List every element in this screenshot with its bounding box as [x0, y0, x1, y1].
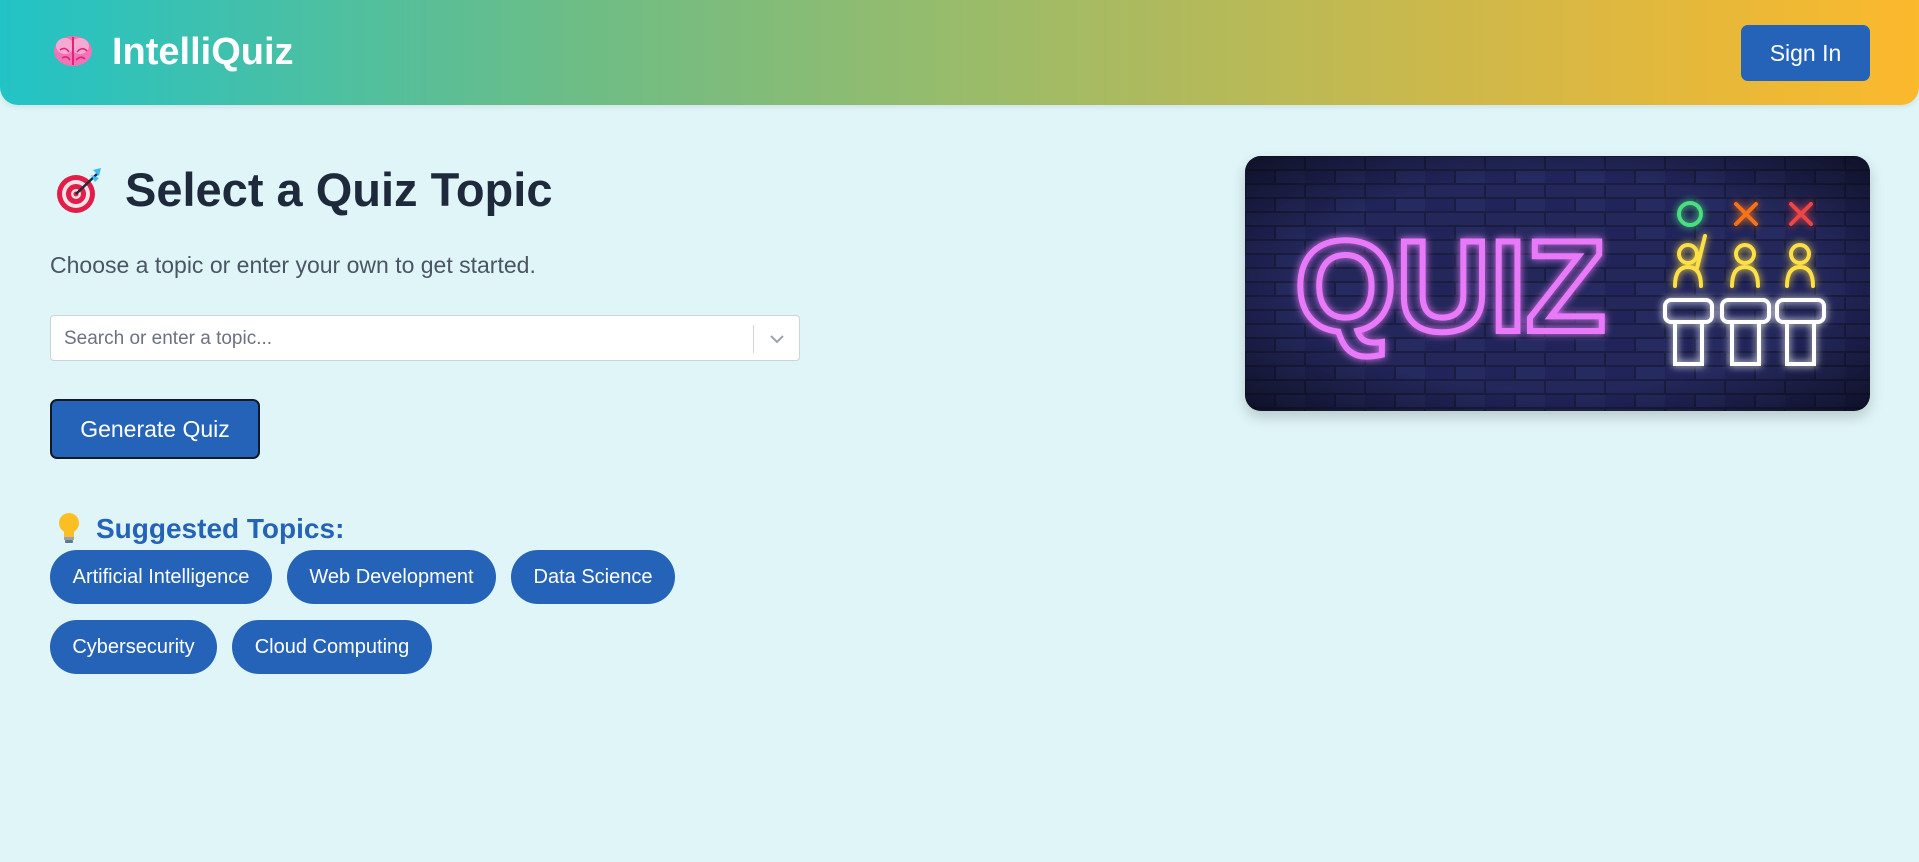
- topic-search-select[interactable]: Search or enter a topic...: [50, 315, 800, 361]
- select-separator: [753, 325, 754, 353]
- topic-chip-data-science[interactable]: Data Science: [511, 550, 675, 604]
- topic-search-input[interactable]: Search or enter a topic...: [64, 327, 272, 351]
- brain-icon: [54, 36, 92, 66]
- banner-quiz-text: QUIZ: [1295, 213, 1606, 359]
- generate-quiz-button[interactable]: Generate Quiz: [50, 399, 260, 459]
- app-title: IntelliQuiz: [112, 31, 294, 73]
- quiz-banner-image: QUIZ: [1245, 156, 1870, 411]
- page-title: Select a Quiz Topic: [125, 163, 553, 216]
- topic-chip-artificial-intelligence[interactable]: Artificial Intelligence: [50, 550, 272, 604]
- chevron-down-icon[interactable]: [768, 330, 786, 348]
- suggested-topics-heading: Suggested Topics:: [96, 513, 345, 544]
- top-header: IntelliQuiz Sign In: [0, 0, 1919, 105]
- topic-chip-web-development[interactable]: Web Development: [287, 550, 496, 604]
- topic-chip-cloud-computing[interactable]: Cloud Computing: [232, 620, 432, 674]
- target-icon: [57, 168, 101, 213]
- sign-in-button[interactable]: Sign In: [1741, 25, 1870, 81]
- lightbulb-icon: [59, 513, 79, 543]
- page-subtitle: Choose a topic or enter your own to get …: [50, 252, 536, 278]
- topic-chip-cybersecurity[interactable]: Cybersecurity: [50, 620, 217, 674]
- neon-quiz-sign: QUIZ: [1245, 156, 1870, 411]
